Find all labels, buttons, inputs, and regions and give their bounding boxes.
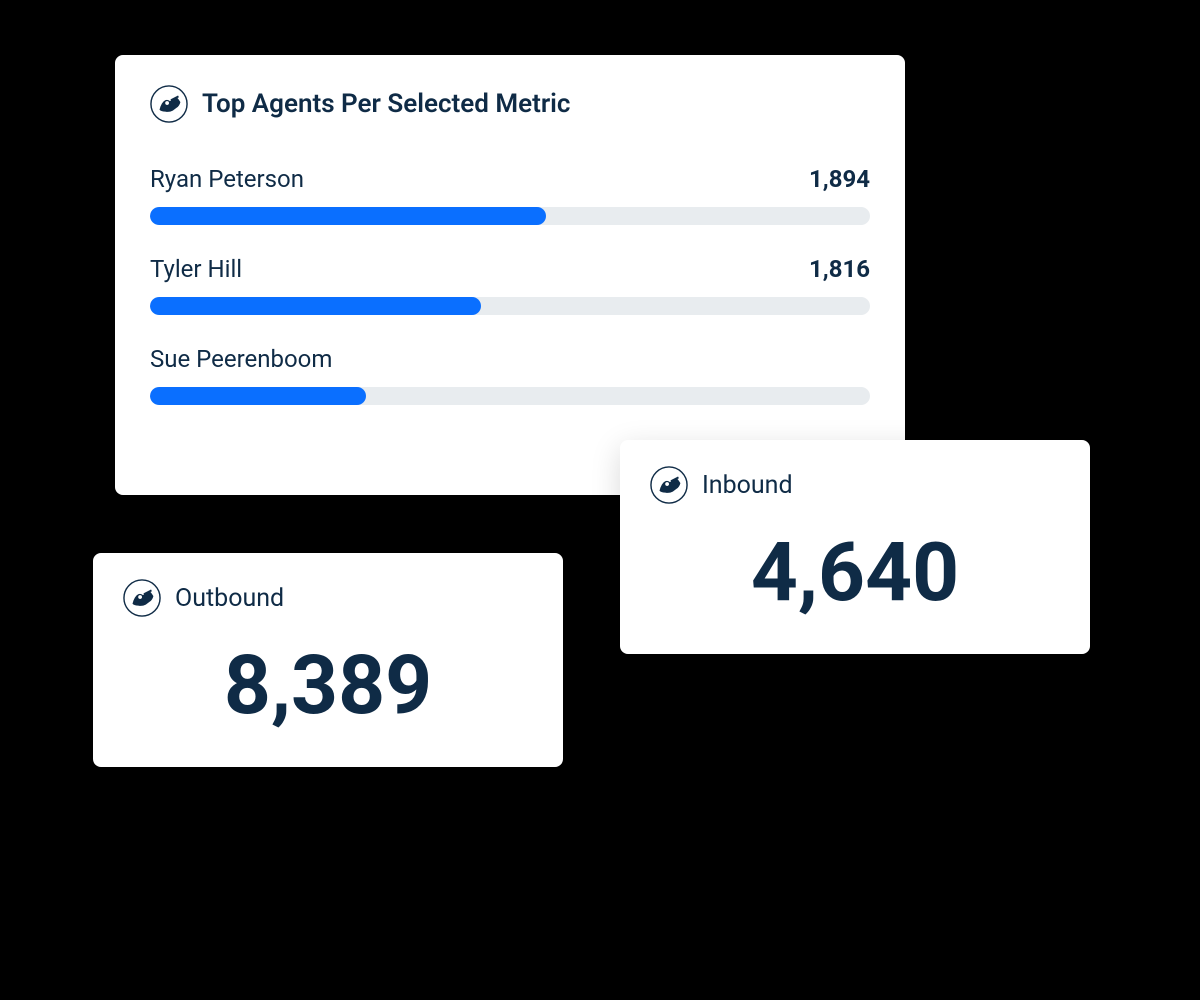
agent-info: Sue Peerenboom <box>150 345 870 373</box>
agent-value: 1,816 <box>809 255 870 283</box>
card-header: Top Agents Per Selected Metric <box>150 85 870 123</box>
agent-info: Tyler Hill 1,816 <box>150 255 870 283</box>
agent-row: Ryan Peterson 1,894 <box>150 165 870 225</box>
logo-icon <box>150 85 188 123</box>
inbound-card: Inbound 4,640 <box>620 440 1090 654</box>
progress-bar <box>150 207 870 225</box>
top-agents-card: Top Agents Per Selected Metric Ryan Pete… <box>115 55 905 495</box>
stat-value: 4,640 <box>650 528 1060 618</box>
progress-bar <box>150 297 870 315</box>
progress-fill <box>150 297 481 315</box>
stat-label: Outbound <box>175 584 284 613</box>
stat-value: 8,389 <box>123 641 533 731</box>
agent-value: 1,894 <box>809 165 870 193</box>
agent-info: Ryan Peterson 1,894 <box>150 165 870 193</box>
stat-label: Inbound <box>702 471 793 500</box>
progress-fill <box>150 387 366 405</box>
agent-row: Sue Peerenboom <box>150 345 870 405</box>
agent-name: Sue Peerenboom <box>150 345 332 373</box>
stat-header: Inbound <box>650 466 1060 504</box>
outbound-card: Outbound 8,389 <box>93 553 563 767</box>
progress-bar <box>150 387 870 405</box>
agent-name: Tyler Hill <box>150 255 242 283</box>
progress-fill <box>150 207 546 225</box>
logo-icon <box>123 579 161 617</box>
stat-header: Outbound <box>123 579 533 617</box>
agent-name: Ryan Peterson <box>150 165 304 193</box>
agent-row: Tyler Hill 1,816 <box>150 255 870 315</box>
card-title: Top Agents Per Selected Metric <box>202 89 570 119</box>
logo-icon <box>650 466 688 504</box>
